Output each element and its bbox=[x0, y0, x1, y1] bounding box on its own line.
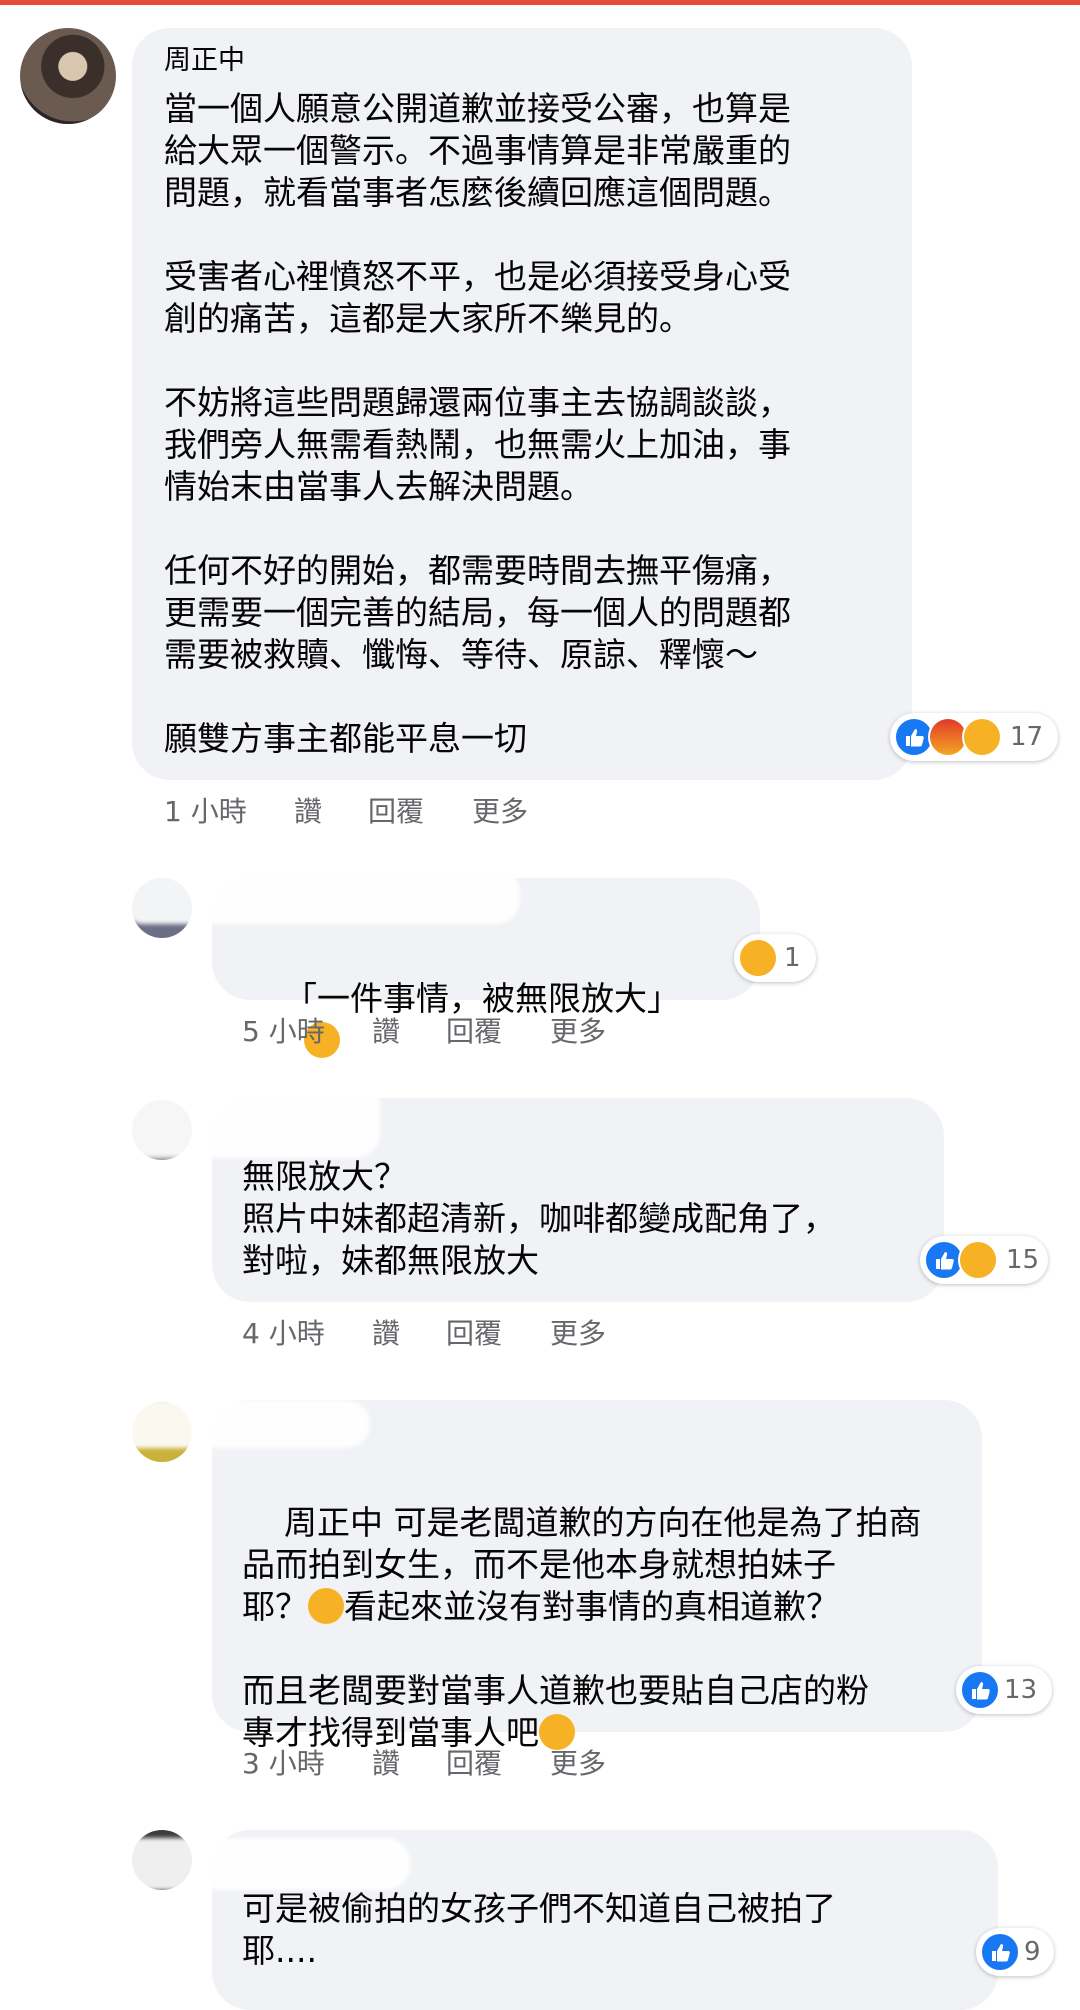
like-button[interactable]: 讚 bbox=[372, 1010, 446, 1050]
comment-actions: 1 小時 讚 回覆 更多 bbox=[164, 790, 528, 830]
comment-author[interactable]: 周正中 bbox=[164, 44, 245, 78]
reaction-count: 9 bbox=[1024, 1937, 1041, 1967]
comment-actions: 5 小時 讚 回覆 更多 bbox=[242, 1010, 606, 1050]
care-icon bbox=[962, 717, 1002, 757]
comment-bubble: 周正中 當一個人願意公開道歉並接受公審，也算是 給大眾一個警示。不過事情算是非常… bbox=[132, 28, 912, 780]
haha-icon bbox=[958, 1240, 998, 1280]
reaction-summary[interactable]: 17 bbox=[890, 713, 1058, 761]
reaction-summary[interactable]: 15 bbox=[920, 1236, 1048, 1284]
reply-button[interactable]: 回覆 bbox=[446, 1742, 550, 1782]
avatar[interactable] bbox=[20, 28, 116, 124]
more-button[interactable]: 更多 bbox=[550, 1010, 606, 1050]
reply-button[interactable]: 回覆 bbox=[446, 1010, 550, 1050]
like-button[interactable]: 讚 bbox=[372, 1312, 446, 1352]
comment-time[interactable]: 1 小時 bbox=[164, 790, 294, 830]
comment-time[interactable]: 4 小時 bbox=[242, 1312, 372, 1352]
reaction-summary[interactable]: 13 bbox=[956, 1666, 1052, 1714]
comment-text: 可是被偷拍的女孩子們不知道自己被拍了 耶.... bbox=[242, 1889, 836, 1970]
reply-button[interactable]: 回覆 bbox=[368, 790, 472, 830]
reaction-count: 13 bbox=[1004, 1675, 1038, 1705]
comment-text: 無限放大？ 照片中妹都超清新，咖啡都變成配角了， 對啦，妹都無限放大 bbox=[242, 1157, 836, 1280]
reply-button[interactable]: 回覆 bbox=[446, 1312, 550, 1352]
face-with-hand-over-mouth-icon bbox=[308, 1588, 344, 1624]
reaction-count: 15 bbox=[1006, 1245, 1040, 1275]
redaction-mark bbox=[100, 1400, 370, 1448]
care-icon bbox=[738, 938, 778, 978]
like-icon bbox=[960, 1670, 1000, 1710]
comment-text: 當一個人願意公開道歉並接受公審，也算是 給大眾一個警示。不過事情算是非常嚴重的 … bbox=[164, 89, 791, 758]
top-accent-bar bbox=[0, 0, 1080, 5]
more-button[interactable]: 更多 bbox=[550, 1742, 606, 1782]
comment-bubble: 周正中 可是老闆道歉的方向在他是為了拍商 品而拍到女生，而不是他本身就想拍妹子 … bbox=[212, 1400, 982, 1752]
like-button[interactable]: 讚 bbox=[294, 790, 368, 830]
redaction-mark bbox=[80, 1082, 380, 1158]
comment-time[interactable]: 3 小時 bbox=[242, 1742, 372, 1782]
comment-actions: 3 小時 讚 回覆 更多 bbox=[242, 1742, 606, 1782]
more-button[interactable]: 更多 bbox=[550, 1312, 606, 1352]
more-button[interactable]: 更多 bbox=[472, 790, 528, 830]
redaction-mark bbox=[80, 1838, 410, 1890]
like-icon bbox=[980, 1932, 1020, 1972]
comment-time[interactable]: 5 小時 bbox=[242, 1010, 372, 1050]
reaction-summary[interactable]: 9 bbox=[976, 1928, 1054, 1976]
comment-actions: 4 小時 讚 回覆 更多 bbox=[242, 1312, 606, 1352]
reaction-summary[interactable]: 1 bbox=[734, 934, 816, 982]
reaction-count: 1 bbox=[784, 943, 801, 973]
like-button[interactable]: 讚 bbox=[372, 1742, 446, 1782]
reaction-count: 17 bbox=[1010, 722, 1044, 752]
redaction-mark bbox=[120, 868, 520, 924]
